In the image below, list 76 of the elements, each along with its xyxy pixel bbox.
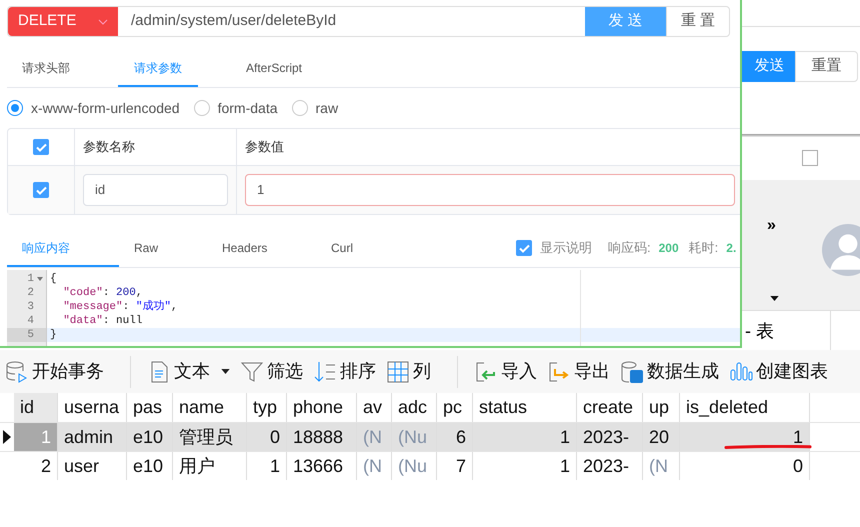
status-code: 200 [658,240,679,257]
radio-label: x-www-form-urlencoded [31,98,180,118]
expand-button[interactable]: » [767,214,776,238]
radio-label: raw [316,98,338,118]
code-line: { [49,272,58,286]
radio-button[interactable] [194,100,210,116]
checkbox-label: 显示说明 [540,239,592,258]
column-header[interactable]: id [14,393,58,422]
line-number: 1 [27,272,34,286]
toolbar-button[interactable]: 开始事务 [5,358,104,385]
checkbox[interactable] [802,150,818,166]
check-icon [36,142,46,152]
toolbar-button[interactable]: 数据生成 [620,358,719,385]
tab-title[interactable]: - 表 [745,318,774,345]
check-icon [518,244,530,252]
grid-icon [386,360,410,384]
table-cell: 0 [247,423,287,451]
toolbar-button[interactable]: 列 [386,358,431,385]
check-icon [36,186,46,194]
radio-button[interactable] [7,100,23,116]
radio-button[interactable] [292,100,308,116]
table-cell: 管理员 [173,423,247,451]
row-checkbox[interactable] [33,182,49,198]
table-cell: 18888 [287,423,357,451]
database-icon [620,360,644,384]
filter-icon [240,360,264,384]
tab[interactable]: AfterScript [198,50,338,87]
status-label: 响应码: [608,239,651,258]
radio-label: form-data [218,98,278,118]
toolbar-button[interactable]: 文本 [147,358,230,385]
caret-icon[interactable] [770,296,779,301]
show-description-checkbox[interactable] [516,240,532,256]
export-icon [547,360,571,384]
table-cell: e10 [127,423,173,451]
column-header: 参数值 [244,138,285,156]
toolbar-button[interactable]: 导入 [474,358,537,385]
table-cell: (Nu [392,423,437,451]
tab[interactable]: 请求头部 [7,50,118,87]
avatar-icon [822,224,860,276]
value-field[interactable]: 1 [245,174,735,206]
time-label: 耗时: [688,239,718,258]
table-cell: (N [357,423,392,451]
reset-button[interactable]: 重置 [795,51,858,82]
toolbar-button[interactable]: 导出 [547,358,610,385]
table-cell: 1 [680,423,810,451]
toolbar-button[interactable]: 筛选 [240,358,303,385]
table-cell: 2023- [577,423,643,451]
current-row-icon [3,430,11,444]
line-number: 4 [27,314,34,328]
tab[interactable]: Headers [207,230,316,267]
column-header: 参数名称 [75,129,237,165]
toolbar-button[interactable]: 排序 [313,358,376,385]
code-line: "code": 200, [62,286,143,300]
line-number: 3 [27,300,34,314]
code-line: "data": null [62,314,144,328]
tab[interactable]: Raw [119,230,207,267]
time-value: 2. [726,240,736,257]
fold-icon[interactable] [37,277,43,281]
code-editor[interactable]: { "code": 200, "message": "成功", "data": null } [47,270,740,346]
name-field[interactable]: id [83,174,228,206]
line-number: 5 [27,328,34,342]
bar-chart-icon [729,360,753,384]
table-cell: 1 [14,423,58,451]
import-icon [474,360,498,384]
line-number: 2 [27,286,34,300]
code-line: "message": "成功", [62,300,179,314]
table-cell: 1 [473,423,577,451]
table-cell: 6 [437,423,473,451]
database-icon [5,360,29,384]
toolbar-button[interactable]: 创建图表 [729,358,828,385]
sort-icon [313,360,337,384]
table-cell: admin [58,423,127,451]
select-all-checkbox[interactable] [33,139,49,155]
tab[interactable]: Curl [316,230,396,267]
table-cell: 20 [643,423,680,451]
caret-icon [221,369,230,374]
